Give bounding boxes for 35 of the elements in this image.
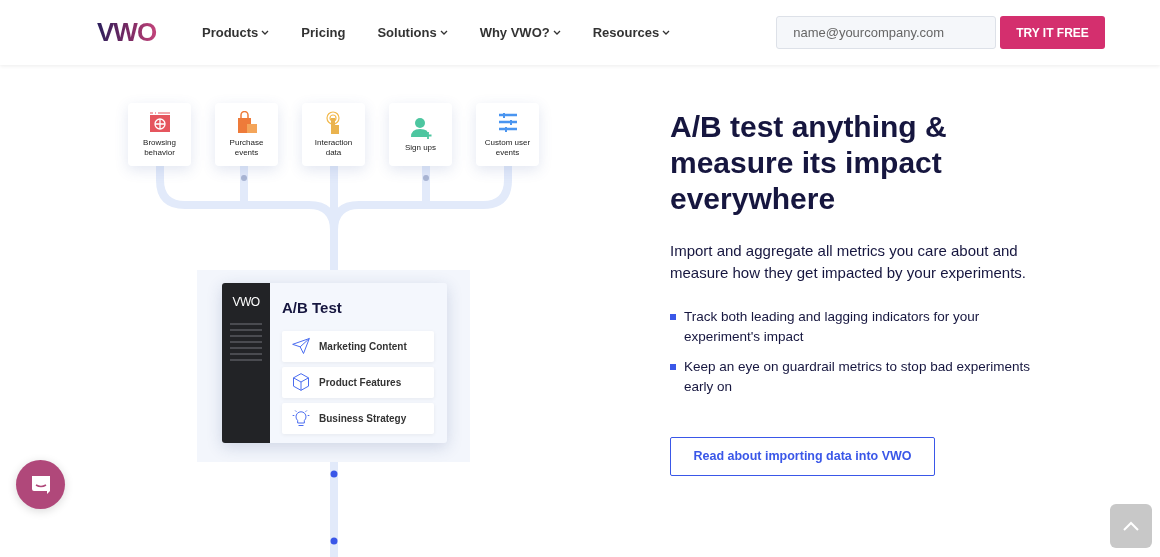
item-label: Product Features — [319, 375, 402, 390]
item-label: Marketing Content — [319, 339, 407, 354]
paper-plane-icon — [291, 336, 311, 356]
try-free-button[interactable]: TRY IT FREE — [1000, 16, 1105, 49]
chat-button[interactable] — [16, 460, 65, 509]
bullet-icon — [670, 364, 676, 370]
globe-icon — [147, 110, 172, 135]
card-label: Browsing behavior — [142, 137, 177, 159]
card-label: Sign ups — [403, 142, 438, 154]
email-field[interactable]: name@yourcompany.com — [776, 16, 997, 49]
nav-link[interactable]: Solutions — [377, 22, 448, 43]
nav-link[interactable]: Products — [202, 22, 270, 43]
bullet-icon — [670, 314, 676, 320]
bullet-text: Track both leading and lagging indicators for your experiment's impact — [684, 308, 981, 346]
box-icon — [291, 372, 311, 392]
lightbulb-icon — [291, 408, 311, 428]
nav-link[interactable]: Why VWO? — [479, 22, 561, 43]
caret-icon — [439, 29, 448, 36]
caret-icon — [261, 29, 270, 36]
heading: A/B test anything & measure its impact everywhere — [670, 109, 948, 217]
card-label: Custom user events — [483, 137, 532, 159]
card-label: Interaction data — [313, 137, 354, 159]
bullet-text: Keep an eye on guardrail metrics to stop bad experiments early on — [684, 358, 1031, 396]
read-more-button[interactable]: Read about importing data into VWO — [670, 437, 935, 476]
caret-icon — [662, 29, 671, 36]
logo: VWO — [231, 294, 261, 311]
card-label: Purchase events — [228, 137, 265, 159]
nav-link[interactable]: Pricing — [301, 22, 346, 43]
nav-link[interactable]: Resources — [592, 22, 671, 43]
card-title: A/B Test — [282, 298, 343, 318]
item-label: Business Strategy — [319, 411, 407, 426]
caret-icon — [552, 29, 561, 36]
intro-text: Import and aggregate all metrics you care about and measure how they get impacted by your experiments. — [670, 241, 1027, 283]
chevron-up-icon — [1123, 521, 1139, 531]
user-add-icon — [408, 115, 433, 140]
